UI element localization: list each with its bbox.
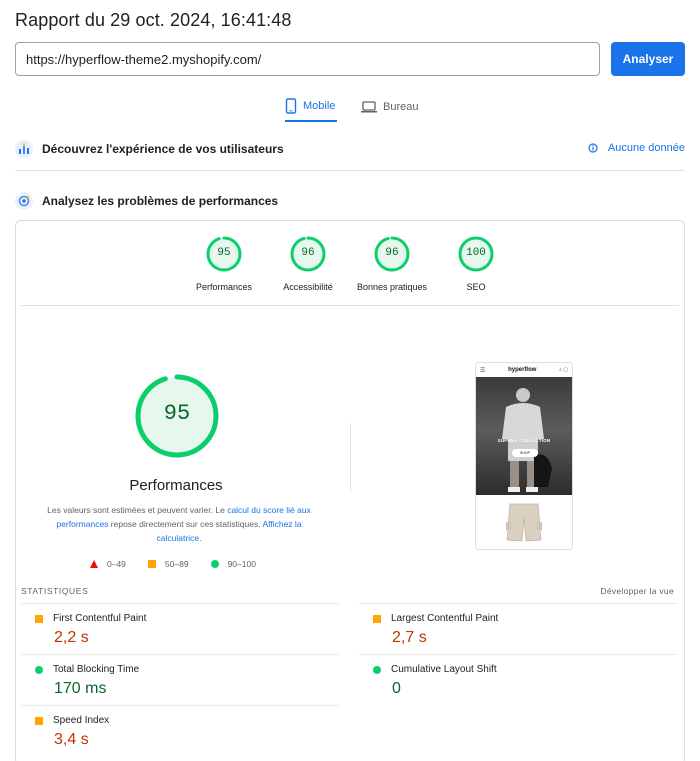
- screenshot-product: [476, 495, 572, 549]
- score-value: 96: [301, 247, 315, 259]
- score-gauge-best-practices[interactable]: 96 Bonnes pratiques: [352, 235, 432, 292]
- metric-value: 3,4 s: [54, 731, 89, 748]
- score-label: Performances: [195, 282, 253, 292]
- analyze-button[interactable]: Analyser: [611, 42, 685, 76]
- score-gauge-accessibility[interactable]: 96 Accessibilité: [268, 235, 348, 292]
- score-label: Accessibilité: [283, 282, 333, 292]
- main-score-label: Performances: [129, 477, 223, 494]
- score-gauge-performance[interactable]: 95 Performances: [184, 235, 264, 292]
- main-score-value: 95: [163, 401, 191, 426]
- metrics-title: STATISTIQUES: [21, 586, 89, 596]
- screenshot-hero: SUPRNA COLLECTION SHOP: [476, 377, 572, 495]
- metric-name: Largest Contentful Paint: [391, 613, 499, 624]
- legend-poor: 0–49: [90, 559, 126, 569]
- circle-icon: [210, 560, 219, 568]
- score-value: 95: [217, 247, 231, 259]
- tab-desktop[interactable]: Bureau: [361, 92, 418, 122]
- vertical-divider: [350, 423, 351, 491]
- metric-lcp: Largest Contentful Paint 2,7 s: [359, 603, 677, 647]
- metric-value: 0: [392, 680, 401, 697]
- field-data-section: Découvrez l'expérience de vos utilisateu…: [15, 134, 685, 164]
- metric-tbt: Total Blocking Time 170 ms: [21, 654, 339, 698]
- gauges-divider: [21, 305, 679, 306]
- report-card: 95 Performances 96 Accessibilité 96 Bonn…: [15, 220, 685, 761]
- score-legend: 0–49 50–89 90–100: [90, 559, 278, 569]
- legend-good: 90–100: [210, 559, 256, 569]
- average-square-icon: [35, 614, 43, 623]
- score-gauge-seo[interactable]: 100 SEO: [436, 235, 516, 292]
- lab-data-title: Analysez les problèmes de performances: [42, 194, 279, 208]
- legend-average: 50–89: [147, 559, 189, 569]
- score-label: Bonnes pratiques: [356, 282, 428, 292]
- legend-range: 0–49: [107, 559, 126, 569]
- field-data-title: Découvrez l'expérience de vos utilisateu…: [42, 142, 284, 156]
- page-screenshot: ☰ hyperflow ⌕ ▢ SUPRNA COLLECTION SHOP: [475, 362, 573, 550]
- metric-fcp: First Contentful Paint 2,2 s: [21, 603, 339, 647]
- tab-mobile-label: Mobile: [303, 100, 336, 112]
- good-circle-icon: [373, 665, 381, 674]
- model-image: [502, 388, 552, 492]
- url-input[interactable]: [15, 42, 600, 76]
- metric-name: Cumulative Layout Shift: [391, 664, 497, 675]
- metric-name: Speed Index: [53, 715, 110, 726]
- metric-value: 2,7 s: [392, 629, 427, 646]
- triangle-icon: [90, 560, 98, 568]
- tab-mobile[interactable]: Mobile: [285, 92, 337, 122]
- description-text: Les valeurs sont estimées et peuvent var…: [47, 505, 228, 515]
- cart-icon: ⌕ ▢: [559, 367, 568, 373]
- report-title: Rapport du 29 oct. 2024, 16:41:48: [15, 10, 292, 30]
- users-experience-icon: [15, 140, 33, 158]
- expand-view-toggle[interactable]: Développer la vue: [600, 586, 674, 596]
- metric-value: 170 ms: [54, 680, 107, 697]
- metric-name: First Contentful Paint: [53, 613, 147, 624]
- screenshot-cta: SHOP: [512, 449, 538, 457]
- section-divider: [15, 170, 685, 171]
- smartphone-icon: [285, 98, 297, 114]
- metric-name: Total Blocking Time: [53, 664, 140, 675]
- legend-range: 90–100: [227, 559, 256, 569]
- laptop-icon: [361, 101, 377, 113]
- score-value: 96: [385, 247, 399, 259]
- average-square-icon: [35, 716, 43, 725]
- square-icon: [147, 560, 156, 568]
- screenshot-hero-text: SUPRNA COLLECTION: [497, 438, 551, 443]
- screenshot-header: ☰ hyperflow ⌕ ▢: [476, 363, 572, 377]
- good-circle-icon: [35, 665, 43, 674]
- score-value: 100: [466, 247, 486, 259]
- no-data-label: Aucune donnée: [607, 142, 685, 154]
- lab-data-section: Analysez les problèmes de performances: [15, 186, 685, 216]
- score-description: Les valeurs sont estimées et peuvent var…: [44, 503, 314, 545]
- shorts-image: [506, 503, 542, 542]
- score-label: SEO: [466, 282, 486, 292]
- hamburger-icon: ☰: [480, 367, 486, 374]
- metric-value: 2,2 s: [54, 629, 89, 646]
- legend-range: 50–89: [164, 559, 189, 569]
- metric-si: Speed Index 3,4 s: [21, 705, 339, 749]
- no-data-indicator[interactable]: Aucune donnée: [588, 142, 685, 154]
- average-square-icon: [373, 614, 381, 623]
- tab-desktop-label: Bureau: [383, 101, 419, 113]
- performance-diagnostics-icon: [15, 192, 33, 210]
- screenshot-logo: hyperflow: [508, 367, 537, 373]
- metric-cls: Cumulative Layout Shift 0: [359, 654, 677, 698]
- description-text: .: [199, 533, 202, 543]
- info-icon: [588, 143, 598, 153]
- category-scores: 95 Performances 96 Accessibilité 96 Bonn…: [16, 235, 684, 305]
- description-text: repose directement sur ces statistiques.: [108, 519, 263, 529]
